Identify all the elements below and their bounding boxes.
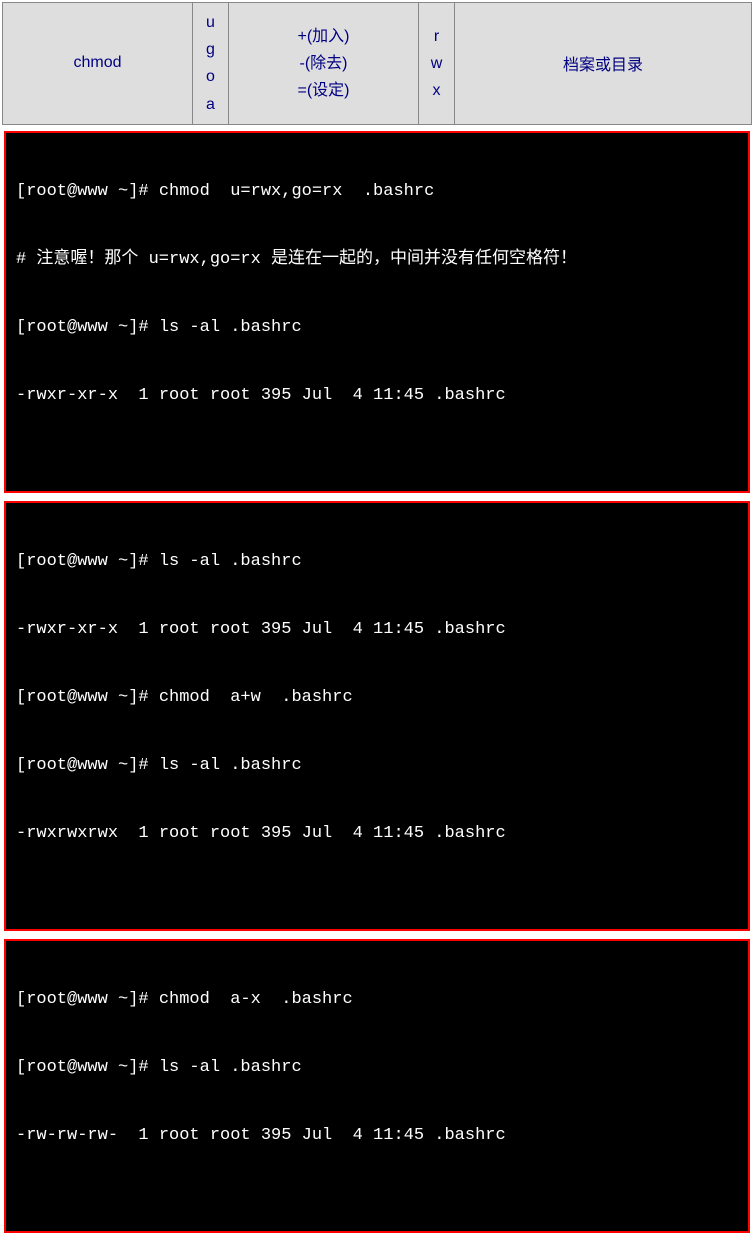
- ugoa-u: u: [197, 9, 224, 36]
- terminal-block-3: [root@www ~]# chmod a-x .bashrc [root@ww…: [4, 939, 750, 1233]
- terminal-block-1: [root@www ~]# chmod u=rwx,go=rx .bashrc …: [4, 131, 750, 493]
- op-equals: =(设定): [233, 77, 414, 104]
- ugoa-o: o: [197, 63, 224, 90]
- op-minus: -(除去): [233, 50, 414, 77]
- terminal-line: [root@www ~]# chmod a-x .bashrc: [16, 983, 738, 1017]
- terminal-3: [root@www ~]# chmod a-x .bashrc [root@ww…: [4, 939, 750, 1233]
- syntax-ops-cell: +(加入) -(除去) =(设定): [229, 3, 419, 125]
- terminal-line: [root@www ~]# chmod u=rwx,go=rx .bashrc: [16, 175, 738, 209]
- terminal-line: [root@www ~]# ls -al .bashrc: [16, 749, 738, 783]
- terminal-line: # 注意喔！那个 u=rwx,go=rx 是连在一起的，中间并没有任何空格符！: [16, 243, 738, 277]
- terminal-line: -rwxrwxrwx 1 root root 395 Jul 4 11:45 .…: [16, 817, 738, 851]
- terminal-line: [root@www ~]# ls -al .bashrc: [16, 311, 738, 345]
- chmod-syntax-table: chmod u g o a +(加入) -(除去) =(设定) r w x: [2, 2, 752, 125]
- syntax-cmd: chmod: [73, 54, 121, 71]
- rwx-r: r: [423, 23, 450, 50]
- syntax-ugoa-cell: u g o a: [193, 3, 229, 125]
- rwx-w: w: [423, 50, 450, 77]
- op-plus: +(加入): [233, 23, 414, 50]
- syntax-target: 档案或目录: [563, 57, 643, 74]
- syntax-target-cell: 档案或目录: [455, 3, 752, 125]
- ugoa-a: a: [197, 91, 224, 118]
- terminal-1: [root@www ~]# chmod u=rwx,go=rx .bashrc …: [4, 131, 750, 493]
- terminal-line: [root@www ~]# chmod a+w .bashrc: [16, 681, 738, 715]
- rwx-x: x: [423, 77, 450, 104]
- syntax-rwx-cell: r w x: [419, 3, 455, 125]
- terminal-block-2: [root@www ~]# ls -al .bashrc -rwxr-xr-x …: [4, 501, 750, 931]
- terminal-line: [root@www ~]# ls -al .bashrc: [16, 545, 738, 579]
- terminal-line: [root@www ~]# ls -al .bashrc: [16, 1051, 738, 1085]
- terminal-line: -rwxr-xr-x 1 root root 395 Jul 4 11:45 .…: [16, 379, 738, 413]
- terminal-line: -rwxr-xr-x 1 root root 395 Jul 4 11:45 .…: [16, 613, 738, 647]
- terminal-line: -rw-rw-rw- 1 root root 395 Jul 4 11:45 .…: [16, 1119, 738, 1153]
- syntax-cmd-cell: chmod: [3, 3, 193, 125]
- terminal-2: [root@www ~]# ls -al .bashrc -rwxr-xr-x …: [4, 501, 750, 931]
- ugoa-g: g: [197, 36, 224, 63]
